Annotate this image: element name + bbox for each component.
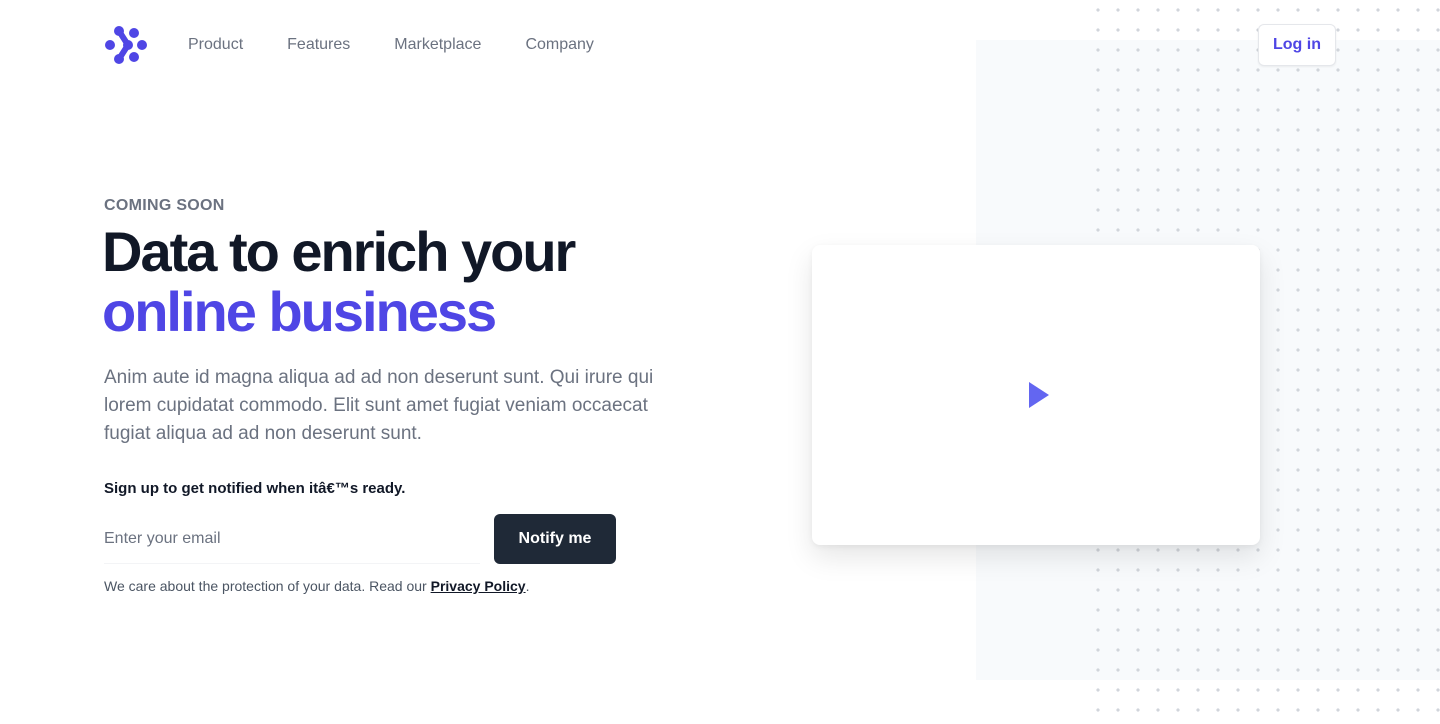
privacy-notice-text: We care about the protection of your dat…	[104, 578, 431, 594]
nav-item-features[interactable]: Features	[287, 36, 350, 54]
login-button[interactable]: Log in	[1258, 24, 1336, 66]
video-player-card[interactable]	[812, 245, 1260, 545]
hero-title-line1: Data to enrich your	[102, 220, 576, 283]
hero-title: Data to enrich your online business	[102, 220, 576, 343]
top-navigation: Product Features Marketplace Company	[104, 24, 594, 66]
brand-logo-icon[interactable]	[104, 25, 148, 65]
signup-note: Sign up to get notified when itâ€™s read…	[104, 480, 406, 497]
nav-item-marketplace[interactable]: Marketplace	[394, 36, 481, 54]
privacy-notice: We care about the protection of your dat…	[104, 578, 529, 594]
coming-soon-label: COMING SOON	[104, 197, 225, 214]
nav-item-product[interactable]: Product	[188, 36, 243, 54]
hero-title-line2: online business	[102, 280, 497, 343]
privacy-policy-link[interactable]: Privacy Policy	[431, 578, 526, 594]
play-icon[interactable]	[1027, 380, 1051, 410]
notify-me-button[interactable]: Notify me	[494, 514, 616, 564]
nav-item-company[interactable]: Company	[525, 36, 593, 54]
email-input[interactable]	[104, 514, 480, 564]
nav-links: Product Features Marketplace Company	[188, 36, 594, 54]
hero-description: Anim aute id magna aliqua ad ad non dese…	[104, 367, 654, 444]
privacy-notice-suffix: .	[525, 578, 530, 594]
